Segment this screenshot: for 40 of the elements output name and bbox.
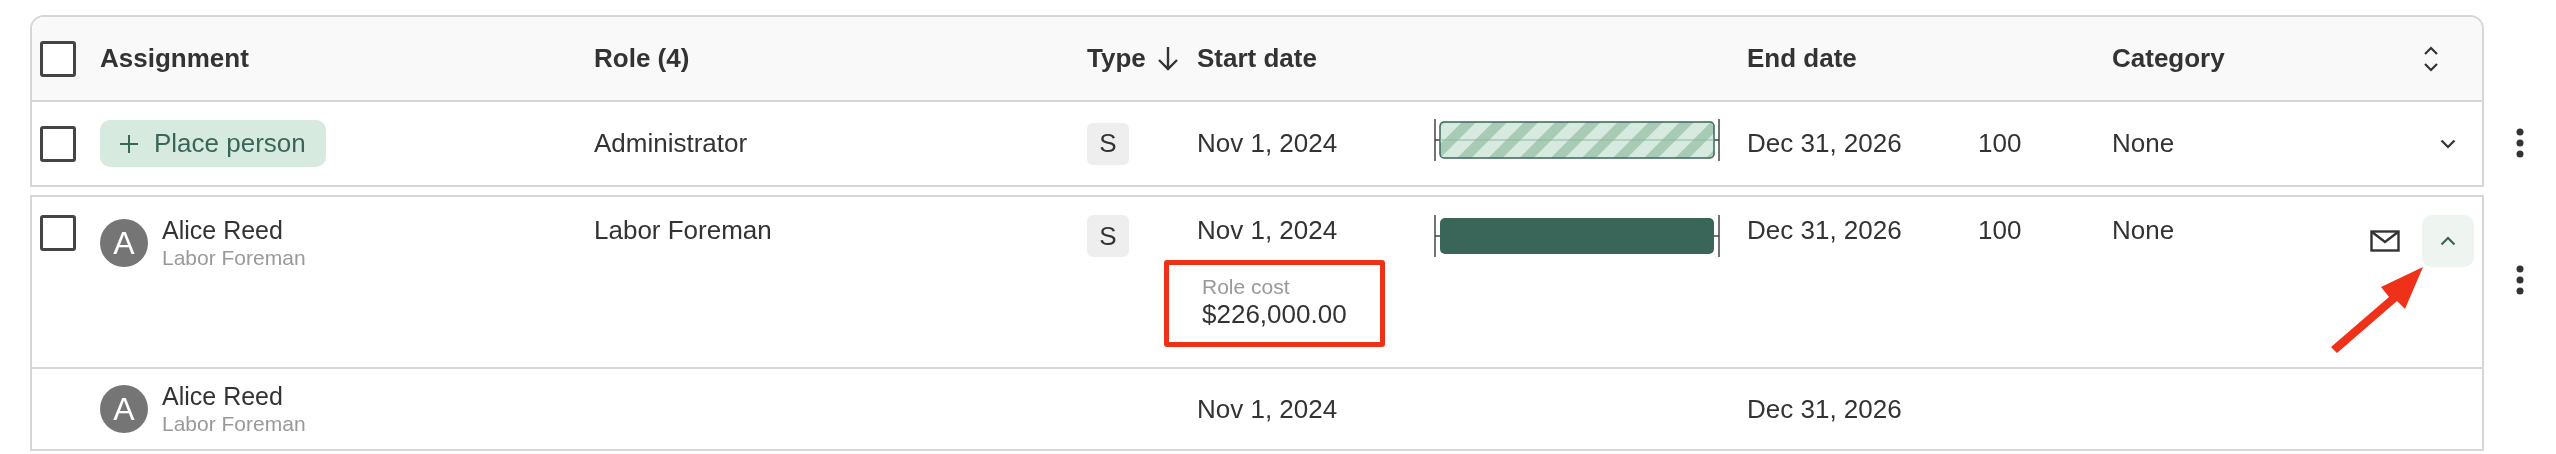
checkbox[interactable] <box>40 125 76 162</box>
cost-label: Role cost <box>1202 275 1291 299</box>
column-header[interactable]: End date <box>1747 43 1857 73</box>
role-cell: Administrator <box>594 128 748 158</box>
checkbox[interactable] <box>40 40 76 77</box>
start-date: Nov 1, 2024 <box>1197 128 1338 159</box>
column-header[interactable]: Category <box>2112 43 2225 73</box>
more-icon[interactable] <box>2515 127 2525 158</box>
quantity-cell: 100 <box>1978 128 2022 158</box>
type-badge: S <box>1087 122 1129 165</box>
end-date: Dec 31, 2026 <box>1747 393 1902 424</box>
end-date: Dec 31, 2026 <box>1747 215 1902 245</box>
role-cell: Labor Foreman <box>594 215 772 245</box>
end-date: Dec 31, 2026 <box>1747 128 1902 158</box>
avatar: A <box>100 219 148 267</box>
category-cell: None <box>2112 215 2175 245</box>
plus-icon <box>118 132 140 155</box>
avatar: A <box>100 385 148 433</box>
category-cell: None <box>2112 128 2175 158</box>
person-name: Alice Reed <box>162 381 284 411</box>
chevron-down-icon <box>2440 138 2456 149</box>
start-date: Nov 1, 2024 <box>1197 215 1338 246</box>
quantity-cell: 100 <box>1978 215 2022 245</box>
mail-icon[interactable] <box>2370 230 2400 252</box>
cost-value: $226,000.00 <box>1202 299 1347 330</box>
chevron-up-icon <box>2440 236 2456 246</box>
person-subtitle: Labor Foreman <box>162 245 306 271</box>
column-header[interactable]: Role (4) <box>594 43 690 73</box>
more-icon[interactable] <box>2515 265 2525 295</box>
type-badge: S <box>1087 215 1129 257</box>
person-name: Alice Reed <box>162 215 284 245</box>
person-subtitle: Labor Foreman <box>162 411 306 437</box>
place-person-button[interactable]: Place person <box>100 120 326 167</box>
column-header[interactable]: Start date <box>1197 43 1317 73</box>
column-header[interactable]: Assignment <box>100 43 249 73</box>
arrow-down-icon[interactable] <box>1155 45 1180 72</box>
checkbox[interactable] <box>40 215 76 251</box>
column-header[interactable]: Type <box>1087 43 1146 74</box>
sort-icon[interactable] <box>2422 44 2440 73</box>
start-date: Nov 1, 2024 <box>1197 393 1338 425</box>
